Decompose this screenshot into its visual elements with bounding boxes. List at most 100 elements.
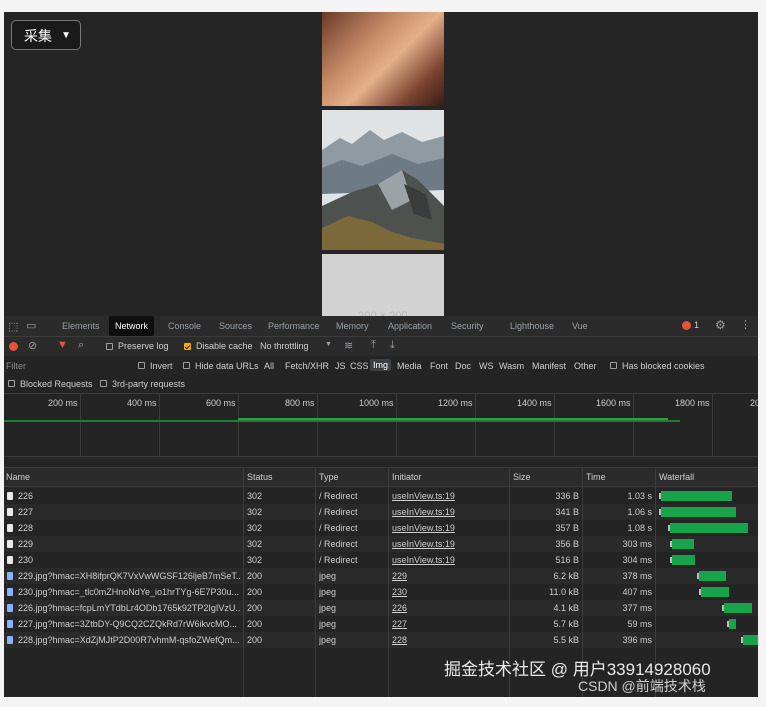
collect-dropdown[interactable]: 采集 ▼ bbox=[11, 20, 81, 50]
image-file-icon bbox=[7, 588, 13, 596]
filter-type-manifest[interactable]: Manifest bbox=[532, 361, 566, 371]
column-size[interactable]: Size bbox=[513, 468, 531, 486]
tab-security[interactable]: Security bbox=[451, 316, 484, 336]
error-count[interactable]: 1 bbox=[694, 320, 699, 330]
overview-gridline bbox=[396, 394, 397, 456]
network-overview[interactable]: 200 ms 400 ms 600 ms 800 ms 1000 ms 1200… bbox=[4, 394, 758, 457]
filter-type-font[interactable]: Font bbox=[430, 361, 448, 371]
request-type: / Redirect bbox=[319, 539, 358, 549]
table-row[interactable]: 229 302 / Redirect useInView.ts:19 356 B 303 … bbox=[4, 536, 758, 552]
tab-elements[interactable]: Elements bbox=[62, 316, 100, 336]
request-name[interactable]: 229 bbox=[18, 536, 240, 552]
filter-type-media[interactable]: Media bbox=[397, 361, 422, 371]
filter-type-doc[interactable]: Doc bbox=[455, 361, 471, 371]
chevron-down-icon: ▼ bbox=[325, 341, 332, 348]
download-har-icon[interactable]: ⤓ bbox=[390, 339, 395, 352]
request-name[interactable]: 226.jpg?hmac=fcpLmYTdbLr4ODb1765k92TP2Ig… bbox=[18, 600, 240, 616]
filter-type-all[interactable]: All bbox=[264, 361, 274, 371]
request-initiator-link[interactable]: 226 bbox=[392, 600, 506, 616]
filter-type-js[interactable]: JS bbox=[335, 361, 346, 371]
disable-cache-label: Disable cache bbox=[196, 341, 253, 351]
timeline-tick-label: 1200 ms bbox=[438, 398, 473, 408]
tab-console[interactable]: Console bbox=[168, 316, 201, 336]
network-conditions-icon[interactable]: ≋ bbox=[344, 339, 353, 352]
request-initiator-link[interactable]: useInView.ts:19 bbox=[392, 488, 506, 504]
tab-application[interactable]: Application bbox=[388, 316, 432, 336]
filter-type-other[interactable]: Other bbox=[574, 361, 597, 371]
tab-memory[interactable]: Memory bbox=[336, 316, 369, 336]
throttling-select[interactable]: No throttling bbox=[260, 341, 309, 351]
request-name[interactable]: 227 bbox=[18, 504, 240, 520]
overview-activity-line bbox=[4, 420, 680, 422]
request-name[interactable]: 227.jpg?hmac=3ZtbDY-Q9CQ2CZQkRd7rW6ikvcM… bbox=[18, 616, 240, 632]
column-status[interactable]: Status bbox=[247, 468, 273, 486]
request-name[interactable]: 229.jpg?hmac=XH8ifprQK7VxVwWGSF126ljeB7m… bbox=[18, 568, 240, 584]
invert-checkbox[interactable] bbox=[138, 362, 145, 369]
column-waterfall[interactable]: Waterfall bbox=[659, 468, 694, 486]
table-row[interactable]: 226.jpg?hmac=fcpLmYTdbLr4ODb1765k92TP2Ig… bbox=[4, 600, 758, 616]
request-initiator-link[interactable]: 229 bbox=[392, 568, 506, 584]
request-name[interactable]: 228 bbox=[18, 520, 240, 536]
clear-icon[interactable]: ⊘ bbox=[28, 339, 37, 352]
filter-type-wasm[interactable]: Wasm bbox=[499, 361, 524, 371]
filter-type-fetch-xhr[interactable]: Fetch/XHR bbox=[285, 361, 329, 371]
request-initiator-link[interactable]: useInView.ts:19 bbox=[392, 536, 506, 552]
filter-type-css[interactable]: CSS bbox=[350, 361, 369, 371]
preserve-log-checkbox[interactable] bbox=[106, 343, 113, 350]
request-status: 302 bbox=[247, 523, 263, 533]
table-row[interactable]: 226 302 / Redirect useInView.ts:19 336 B 1.03… bbox=[4, 488, 758, 504]
filter-input[interactable]: Filter bbox=[6, 361, 26, 371]
waterfall-bar bbox=[728, 619, 736, 629]
table-row[interactable]: 230 302 / Redirect useInView.ts:19 516 B 304 … bbox=[4, 552, 758, 568]
blocked-requests-checkbox[interactable] bbox=[8, 380, 15, 387]
request-time: 1.03 s bbox=[627, 491, 652, 501]
request-name[interactable]: 230 bbox=[18, 552, 240, 568]
document-file-icon bbox=[7, 556, 13, 564]
filter-type-ws[interactable]: WS bbox=[479, 361, 494, 371]
gear-icon[interactable]: ⚙ bbox=[715, 318, 726, 332]
request-name[interactable]: 226 bbox=[18, 488, 240, 504]
table-row[interactable]: 227 302 / Redirect useInView.ts:19 341 B 1.06… bbox=[4, 504, 758, 520]
column-initiator[interactable]: Initiator bbox=[392, 468, 422, 486]
request-size: 336 B bbox=[555, 491, 579, 501]
request-initiator-link[interactable]: useInView.ts:19 bbox=[392, 520, 506, 536]
disable-cache-checkbox[interactable] bbox=[184, 343, 191, 350]
column-type[interactable]: Type bbox=[319, 468, 339, 486]
record-icon[interactable] bbox=[9, 342, 18, 351]
request-type: jpeg bbox=[319, 571, 337, 581]
table-row[interactable]: 228 302 / Redirect useInView.ts:19 357 B 1.08… bbox=[4, 520, 758, 536]
filter-funnel-icon[interactable]: ▼ bbox=[57, 339, 68, 351]
filter-type-img[interactable]: Img bbox=[370, 359, 392, 371]
request-name[interactable]: 228.jpg?hmac=XdZjMJtP2D00R7vhmM-qsfoZWef… bbox=[18, 632, 240, 648]
timeline-tick-label: 800 ms bbox=[285, 398, 315, 408]
tab-sources[interactable]: Sources bbox=[219, 316, 252, 336]
tab-lighthouse[interactable]: Lighthouse bbox=[510, 316, 554, 336]
table-row[interactable]: 230.jpg?hmac=_tlc0mZHnoNdYe_io1hrTYg-6E7… bbox=[4, 584, 758, 600]
upload-har-icon[interactable]: ⤒ bbox=[371, 339, 376, 352]
device-toolbar-icon[interactable]: ▭ bbox=[26, 319, 36, 332]
table-row[interactable]: 229.jpg?hmac=XH8ifprQK7VxVwWGSF126ljeB7m… bbox=[4, 568, 758, 584]
request-initiator-link[interactable]: 228 bbox=[392, 632, 506, 648]
request-time: 378 ms bbox=[622, 571, 652, 581]
hide-data-urls-checkbox[interactable] bbox=[183, 362, 190, 369]
request-time: 304 ms bbox=[622, 555, 652, 565]
inspect-element-icon[interactable]: ⬚ bbox=[8, 320, 18, 333]
search-icon[interactable]: ⌕ bbox=[78, 339, 84, 352]
request-initiator-link[interactable]: 230 bbox=[392, 584, 506, 600]
request-initiator-link[interactable]: useInView.ts:19 bbox=[392, 504, 506, 520]
request-name[interactable]: 230.jpg?hmac=_tlc0mZHnoNdYe_io1hrTYg-6E7… bbox=[18, 584, 240, 600]
third-party-checkbox[interactable] bbox=[100, 380, 107, 387]
blocked-cookies-checkbox[interactable] bbox=[610, 362, 617, 369]
tab-network[interactable]: Network bbox=[109, 316, 155, 336]
column-name[interactable]: Name bbox=[6, 468, 30, 486]
table-row[interactable]: 228.jpg?hmac=XdZjMJtP2D00R7vhmM-qsfoZWef… bbox=[4, 632, 758, 648]
column-time[interactable]: Time bbox=[586, 468, 606, 486]
tab-vue[interactable]: Vue bbox=[572, 316, 588, 336]
overview-activity-line bbox=[238, 418, 668, 420]
browser-viewport: 采集 ▼ 200 × 200 ⬚ ▭ Elements Network bbox=[4, 12, 758, 697]
request-initiator-link[interactable]: 227 bbox=[392, 616, 506, 632]
table-row[interactable]: 227.jpg?hmac=3ZtbDY-Q9CQ2CZQkRd7rW6ikvcM… bbox=[4, 616, 758, 632]
more-options-icon[interactable]: ⋮ bbox=[740, 318, 751, 331]
tab-performance[interactable]: Performance bbox=[268, 316, 320, 336]
request-initiator-link[interactable]: useInView.ts:19 bbox=[392, 552, 506, 568]
